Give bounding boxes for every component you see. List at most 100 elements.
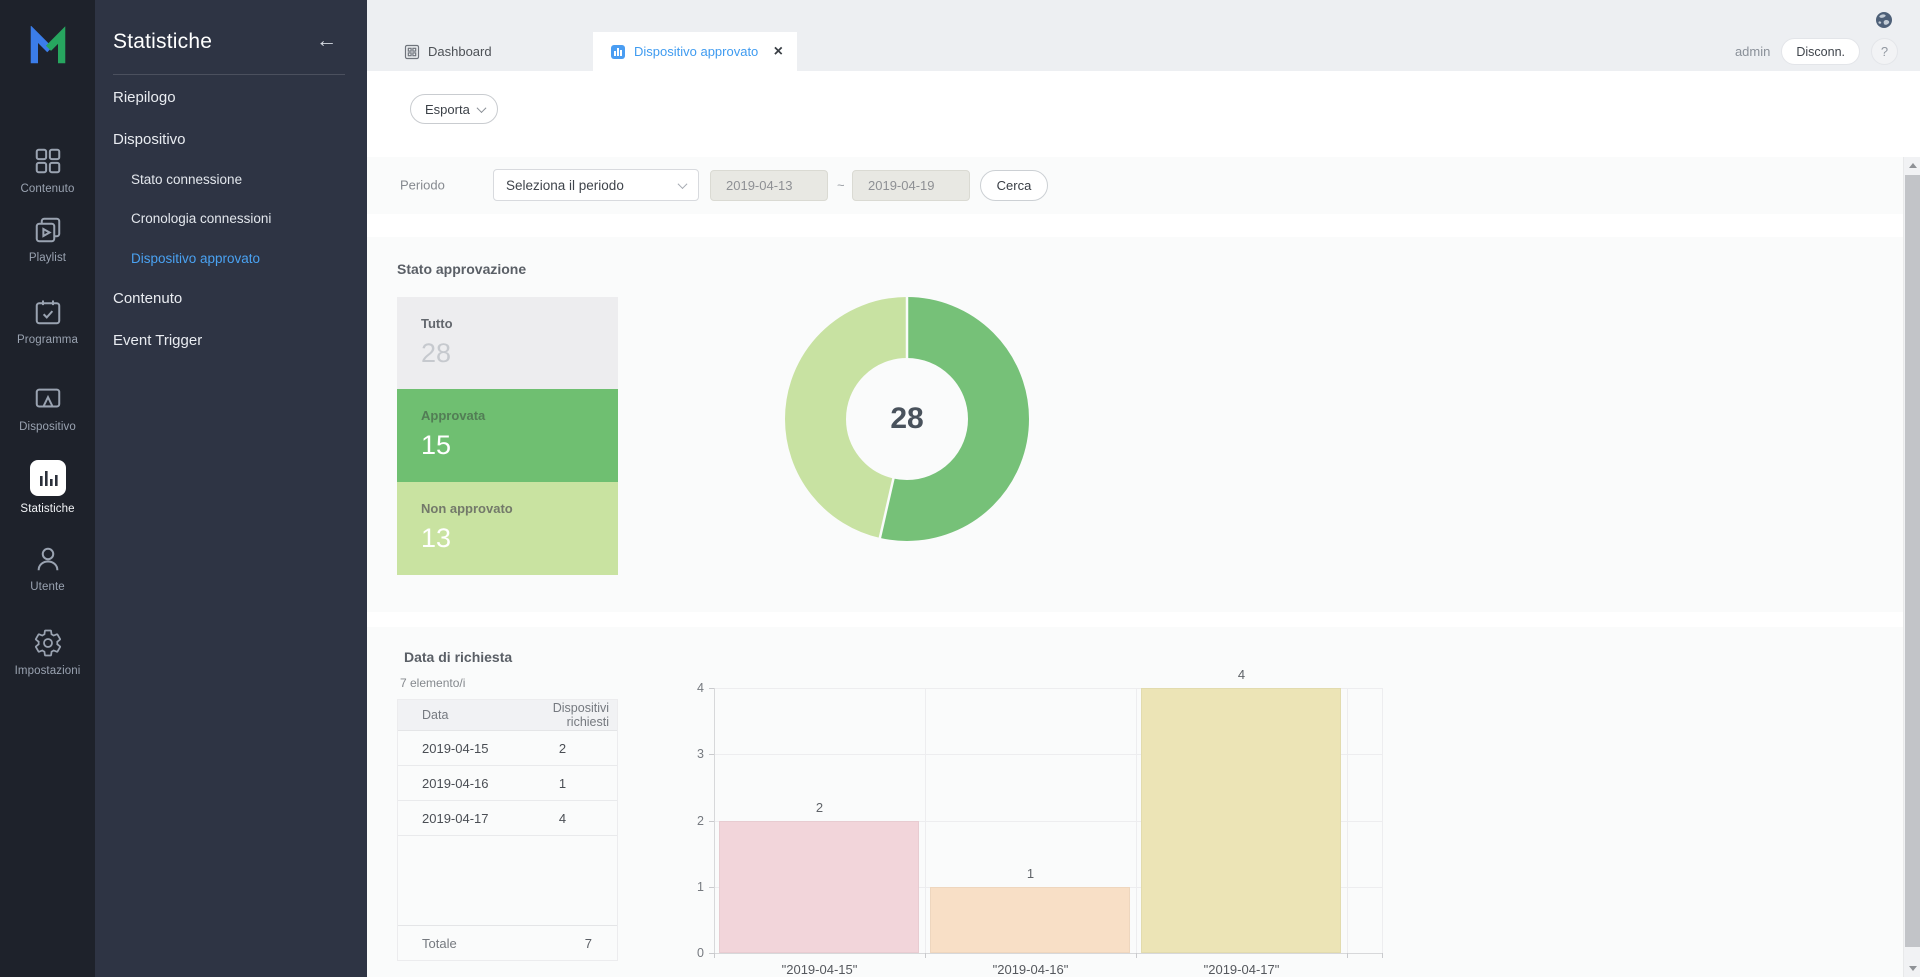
schedule-calendar-icon (33, 297, 63, 327)
stat-value: 28 (421, 338, 594, 369)
export-label: Esporta (425, 102, 470, 117)
nav-label: Utente (30, 581, 64, 593)
request-date-panel: Data di richiesta 7 elemento/i Data Disp… (367, 627, 1903, 977)
sidebar-item-utente[interactable]: Utente (0, 544, 95, 593)
column-header-data: Data (398, 708, 508, 722)
search-button[interactable]: Cerca (980, 170, 1048, 201)
bar-value-label: 2 (714, 800, 925, 815)
menu-item-riepilogo[interactable]: Riepilogo (113, 89, 176, 106)
stat-box-approved: Approvata 15 (397, 389, 618, 482)
x-tick (1136, 953, 1137, 958)
menu-item-cronologia-connessioni[interactable]: Cronologia connessioni (131, 211, 271, 226)
app-root: Contenuto Playlist Programma Dispos (0, 0, 1920, 977)
sidebar-divider (113, 74, 345, 75)
table-total-row: Totale 7 (398, 925, 617, 960)
x-tick (1347, 953, 1348, 958)
vertical-scrollbar[interactable] (1903, 157, 1920, 977)
menu-item-contenuto[interactable]: Contenuto (113, 290, 182, 307)
tab-bar: Dashboard Dispositivo approvato × (367, 0, 1920, 71)
x-tick (714, 953, 715, 958)
language-globe-icon[interactable] (1875, 11, 1893, 34)
cell-count: 4 (508, 811, 617, 826)
total-value: 7 (508, 936, 617, 951)
cell-count: 1 (508, 776, 617, 791)
date-from-field[interactable]: 2019-04-13 (710, 170, 828, 201)
x-category-label: "2019-04-17" (1136, 962, 1347, 977)
y-tick-label: 2 (670, 813, 704, 829)
bar-value-label: 4 (1136, 667, 1347, 682)
y-tick-label: 3 (670, 746, 704, 762)
cell-count: 2 (508, 741, 617, 756)
bar-2019-04-15 (719, 821, 919, 954)
username: admin (1735, 44, 1770, 59)
period-label: Periodo (400, 178, 445, 193)
stat-label: Non approvato (421, 501, 594, 516)
main-area: Dashboard Dispositivo approvato × (367, 0, 1920, 977)
chevron-down-icon (678, 179, 688, 189)
nav-label: Contenuto (21, 183, 75, 195)
toolbar: Esporta (367, 71, 1920, 157)
scroll-down-arrow-icon[interactable] (1904, 960, 1920, 977)
menu-item-stato-connessione[interactable]: Stato connessione (131, 172, 242, 187)
items-count: 7 elemento/i (400, 676, 465, 690)
stat-label: Tutto (421, 316, 594, 331)
playlist-icon (33, 215, 63, 245)
chart-tab-icon (610, 44, 626, 60)
close-tab-icon[interactable]: × (774, 44, 783, 60)
scrollbar-thumb[interactable] (1905, 175, 1920, 947)
sidebar-item-dispositivo[interactable]: Dispositivo (0, 384, 95, 433)
y-tick-label: 1 (670, 879, 704, 895)
scroll-up-arrow-icon[interactable] (1904, 157, 1920, 174)
collapse-sidebar-arrow-icon[interactable]: ← (316, 30, 337, 51)
sidebar-item-playlist[interactable]: Playlist (0, 215, 95, 264)
tab-dispositivo-approvato[interactable]: Dispositivo approvato × (593, 32, 797, 71)
sidebar-item-contenuto[interactable]: Contenuto (0, 146, 95, 195)
approval-section-title: Stato approvazione (397, 261, 526, 277)
x-tick (925, 953, 926, 958)
x-tick (1382, 953, 1383, 958)
menu-item-dispositivo[interactable]: Dispositivo (113, 131, 186, 148)
bar-2019-04-16 (930, 887, 1130, 953)
gridline (714, 953, 1382, 954)
settings-gear-icon (33, 628, 63, 658)
tab-label: Dispositivo approvato (634, 44, 758, 59)
stat-box-total: Tutto 28 (397, 297, 618, 389)
sidebar-title: Statistiche (113, 30, 212, 54)
tab-dashboard[interactable]: Dashboard (380, 32, 593, 71)
approval-donut-chart: 28 (784, 296, 1030, 542)
sidebar-item-programma[interactable]: Programma (0, 297, 95, 346)
bar-2019-04-17 (1141, 688, 1341, 953)
approval-stat-boxes: Tutto 28 Approvata 15 Non approvato 13 (397, 297, 618, 575)
content-scroll-area: Periodo Seleziona il periodo 2019-04-13 … (367, 157, 1920, 977)
nav-label: Programma (17, 334, 78, 346)
date-range-separator: ~ (837, 178, 845, 193)
sidebar-item-statistiche[interactable]: Statistiche (0, 460, 95, 515)
request-date-section-title: Data di richiesta (404, 649, 512, 665)
export-button[interactable]: Esporta (410, 94, 498, 124)
magicinfo-logo[interactable] (0, 26, 95, 66)
cell-date: 2019-04-17 (398, 811, 508, 826)
sidebar-item-impostazioni[interactable]: Impostazioni (0, 628, 95, 677)
tab-label: Dashboard (428, 44, 492, 59)
gridline (1136, 688, 1137, 953)
gridline (1347, 688, 1348, 953)
nav-label: Impostazioni (15, 665, 81, 677)
request-date-table: Data Dispositivi richiesti 2019-04-15 2 … (397, 699, 618, 961)
logout-button[interactable]: Disconn. (1781, 38, 1860, 65)
nav-label: Playlist (29, 252, 66, 264)
donut-center-total: 28 (784, 296, 1030, 542)
help-button[interactable]: ? (1871, 38, 1898, 65)
period-select[interactable]: Seleziona il periodo (493, 169, 699, 201)
menu-item-event-trigger[interactable]: Event Trigger (113, 332, 202, 349)
period-filter-panel: Periodo Seleziona il periodo 2019-04-13 … (367, 157, 1903, 214)
cell-date: 2019-04-15 (398, 741, 508, 756)
stat-value: 13 (421, 523, 594, 554)
table-header-row: Data Dispositivi richiesti (398, 700, 617, 731)
approval-status-panel: Stato approvazione Tutto 28 Approvata 15… (367, 237, 1903, 612)
date-to-field[interactable]: 2019-04-19 (852, 170, 970, 201)
menu-item-dispositivo-approvato[interactable]: Dispositivo approvato (131, 251, 260, 266)
magicinfo-logo-icon (26, 26, 70, 66)
device-screen-icon (33, 384, 63, 414)
stat-box-not-approved: Non approvato 13 (397, 482, 618, 575)
table-row: 2019-04-16 1 (398, 766, 617, 801)
